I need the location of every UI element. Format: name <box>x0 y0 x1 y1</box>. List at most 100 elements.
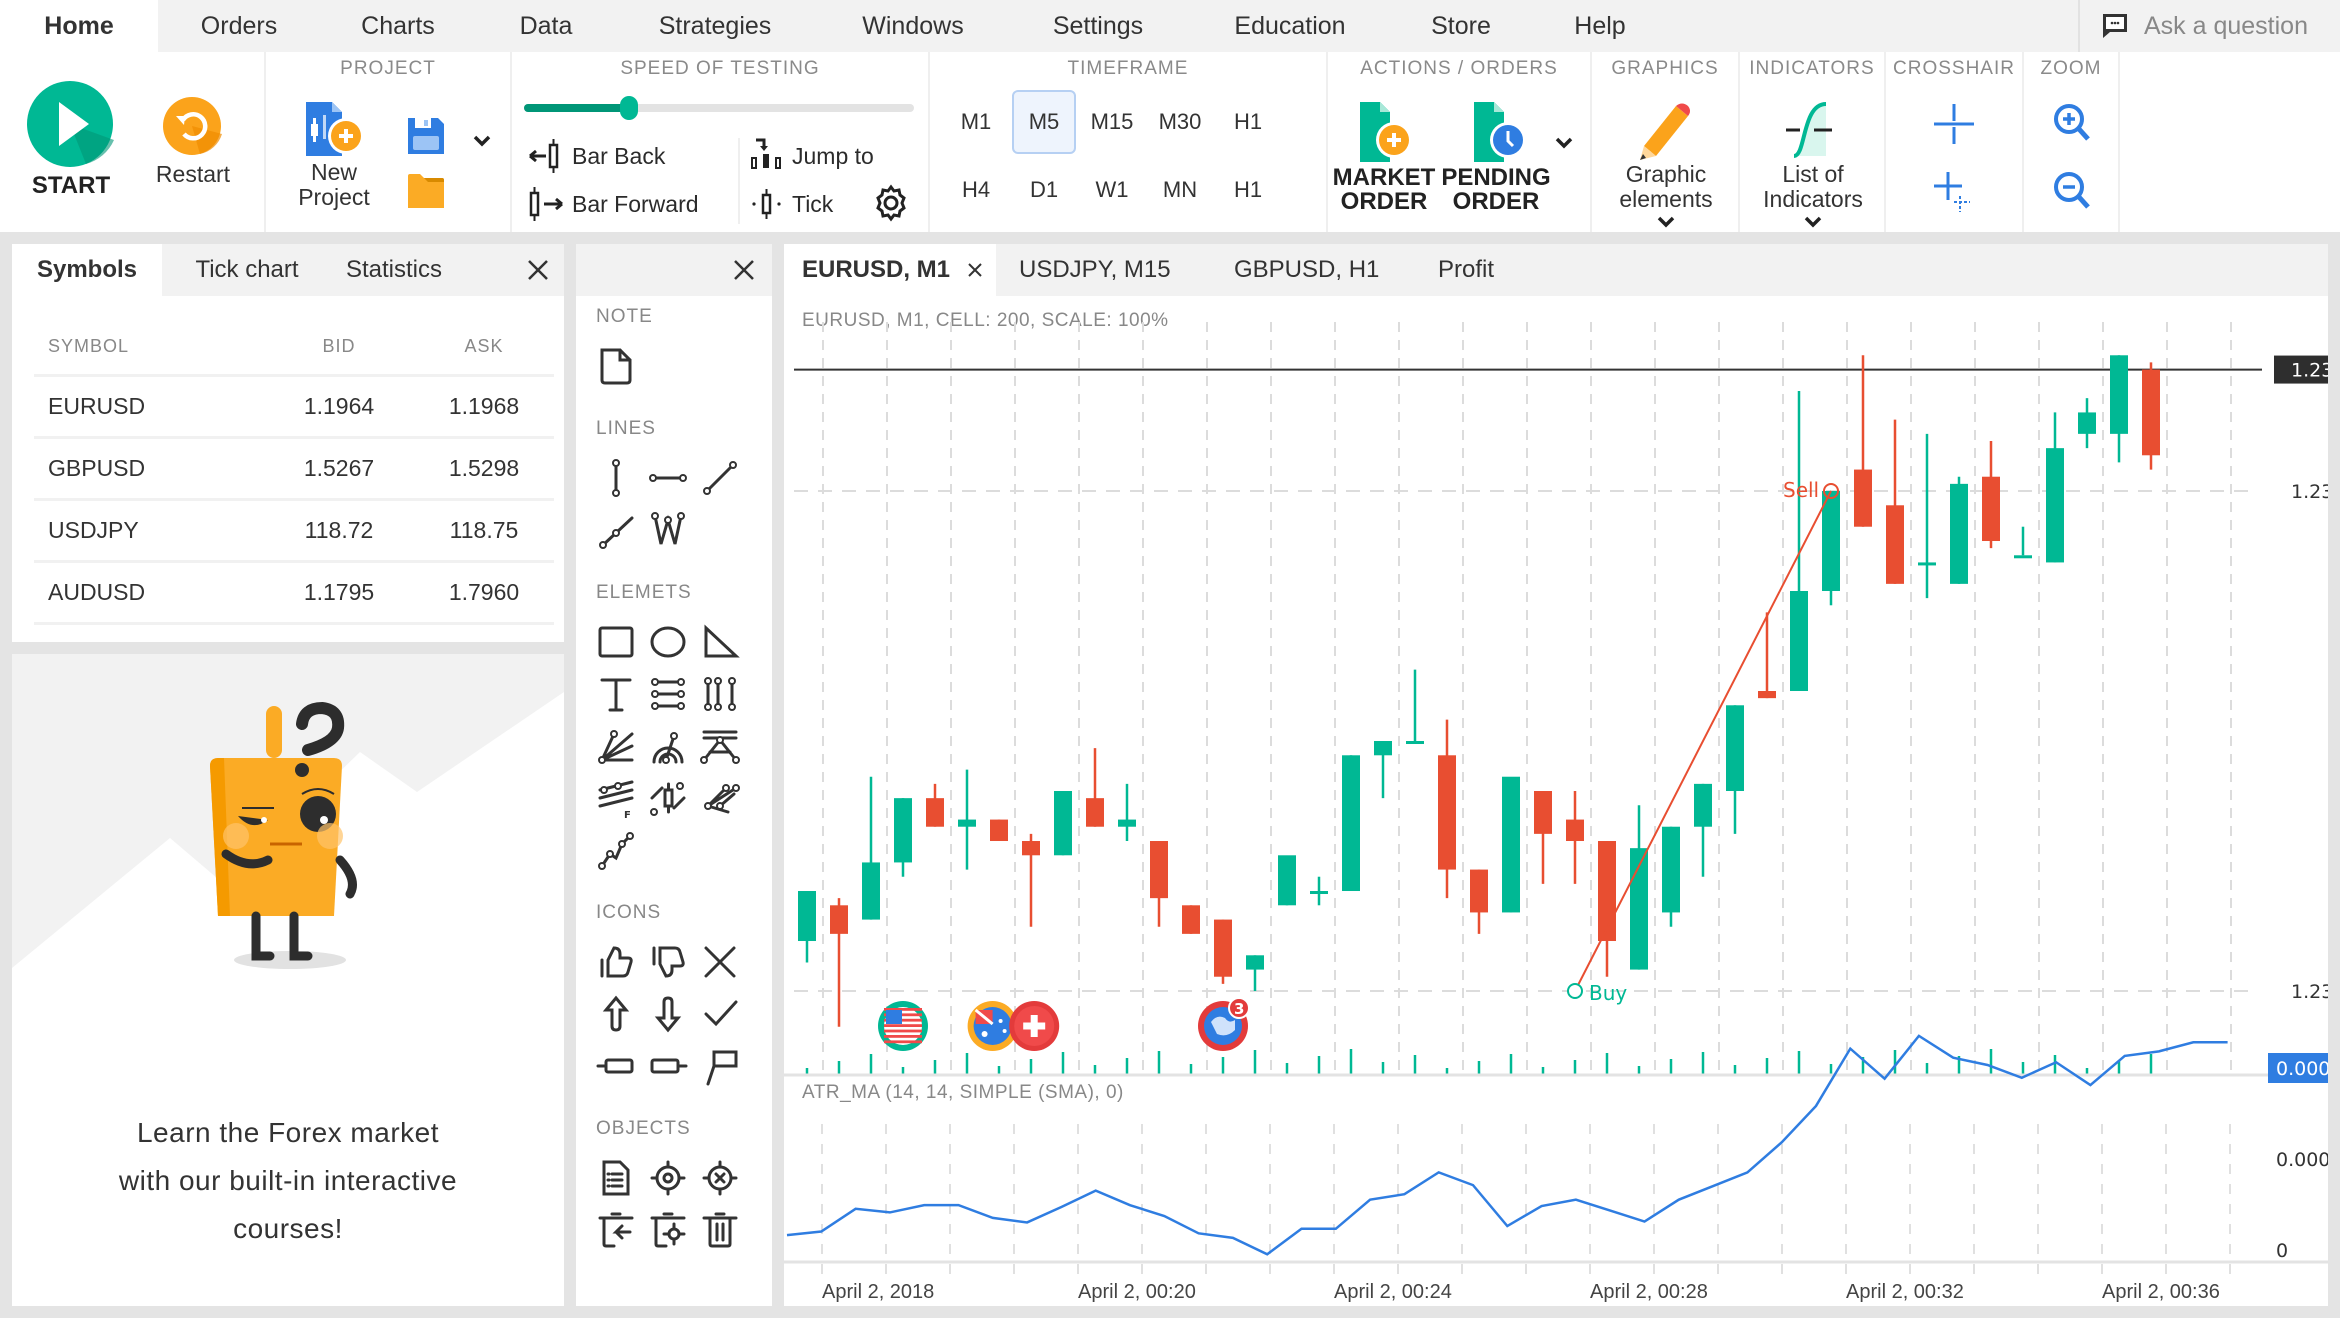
pending-order-button[interactable]: PENDING ORDER <box>1436 100 1556 230</box>
pitchfork-icon[interactable] <box>698 724 742 768</box>
timeframe-m15[interactable]: M15 <box>1080 90 1144 154</box>
triangle-icon[interactable] <box>698 620 742 664</box>
check-icon[interactable] <box>698 992 742 1036</box>
crosshair-measure-icon[interactable] <box>1932 170 1976 214</box>
tab-symbols[interactable]: Symbols <box>12 244 162 296</box>
us-flag-icon[interactable] <box>878 1001 928 1051</box>
timeframe-h1-2[interactable]: H1 <box>1216 158 1280 222</box>
timeframe-m30[interactable]: M30 <box>1148 90 1212 154</box>
pending-order-line1: PENDING <box>1441 164 1551 191</box>
vertical-line-icon[interactable] <box>594 456 638 500</box>
menu-windows[interactable]: Windows <box>840 0 986 52</box>
gear-icon[interactable] <box>872 184 910 222</box>
parallel-channel-icon[interactable] <box>646 672 690 716</box>
menu-home[interactable]: Home <box>0 0 158 52</box>
thumbs-down-icon[interactable] <box>646 940 690 984</box>
menu-data[interactable]: Data <box>500 0 592 52</box>
ray-line-icon[interactable] <box>594 508 638 552</box>
new-project-button[interactable]: New Project <box>294 100 374 225</box>
object-list-icon[interactable] <box>594 1156 638 1200</box>
folder-icon[interactable] <box>406 172 446 210</box>
tab-tick-chart[interactable]: Tick chart <box>170 244 324 296</box>
timeframe-h1[interactable]: H1 <box>1216 90 1280 154</box>
save-icon[interactable] <box>406 116 446 156</box>
symbol-row[interactable]: AUDUSD 1.1795 1.7960 <box>34 563 554 625</box>
menu-strategies[interactable]: Strategies <box>640 0 790 52</box>
candle-body <box>1406 741 1424 745</box>
timeframe-m5[interactable]: M5 <box>1012 90 1076 154</box>
horizontal-line-icon[interactable] <box>646 456 690 500</box>
arrow-up-icon[interactable] <box>594 992 638 1036</box>
price-chart[interactable]: 1.23252 1.23182 1.23269 Buy Sell 3 0.0002 0.000… <box>784 244 2328 1306</box>
ellipse-icon[interactable] <box>646 620 690 664</box>
symbol-row[interactable]: USDJPY 118.72 118.75 <box>34 501 554 563</box>
trash-target-icon[interactable] <box>646 1208 690 1252</box>
globe-icon[interactable]: 3 <box>1198 997 1250 1051</box>
zoom-in-icon[interactable] <box>2052 102 2092 144</box>
symbol-row[interactable]: GBPUSD 1.5267 1.5298 <box>34 439 554 501</box>
target-remove-icon[interactable] <box>698 1156 742 1200</box>
flag-icon[interactable] <box>698 1044 742 1088</box>
right-label-icon[interactable] <box>646 1044 690 1088</box>
bar-back-button[interactable]: Bar Back <box>528 138 665 174</box>
graphic-elements-button[interactable]: Graphic elements <box>1592 92 1740 232</box>
ask-question-button[interactable]: Ask a question <box>2078 0 2340 52</box>
bar-forward-button[interactable]: Bar Forward <box>528 186 699 222</box>
speed-slider[interactable] <box>524 96 914 120</box>
menu-settings[interactable]: Settings <box>1040 0 1156 52</box>
candle-body <box>1086 798 1104 827</box>
orders-chevron-down-icon[interactable] <box>1554 136 1574 150</box>
left-label-icon[interactable] <box>594 1044 638 1088</box>
timeframe-mn[interactable]: MN <box>1148 158 1212 222</box>
start-button[interactable]: START <box>26 80 116 200</box>
text-icon[interactable] <box>594 672 638 716</box>
fan-icon[interactable] <box>594 724 638 768</box>
wave-icon[interactable] <box>594 828 638 872</box>
trash-back-icon[interactable] <box>594 1208 638 1252</box>
education-promo-panel[interactable]: Learn the Forex market with our built-in… <box>12 654 564 1306</box>
close-icon[interactable] <box>728 254 760 286</box>
close-icon[interactable] <box>522 254 554 286</box>
trend-line-icon[interactable] <box>698 456 742 500</box>
vertical-channel-icon[interactable] <box>698 672 742 716</box>
column-header-ask[interactable]: ASK <box>414 336 554 357</box>
column-header-symbol[interactable]: SYMBOL <box>34 336 264 357</box>
cross-icon[interactable] <box>698 940 742 984</box>
trash-icon[interactable] <box>698 1208 742 1252</box>
fibonacci-channel-icon[interactable]: F <box>594 776 638 820</box>
market-order-button[interactable]: MARKET ORDER <box>1328 100 1440 230</box>
candle-body <box>1566 819 1584 842</box>
column-header-bid[interactable]: BID <box>264 336 414 357</box>
tick-button[interactable]: Tick <box>750 186 833 222</box>
jump-to-button[interactable]: Jump to <box>750 138 874 174</box>
switzerland-flag-icon[interactable] <box>1009 1001 1060 1051</box>
arrow-down-icon[interactable] <box>646 992 690 1036</box>
restart-button[interactable]: Restart <box>148 96 238 187</box>
menu-charts[interactable]: Charts <box>340 0 456 52</box>
timeframe-w1[interactable]: W1 <box>1080 158 1144 222</box>
menu-education[interactable]: Education <box>1218 0 1362 52</box>
chevron-down-icon[interactable] <box>472 134 492 148</box>
timeframe-d1[interactable]: D1 <box>1012 158 1076 222</box>
price-range-icon[interactable] <box>646 776 690 820</box>
thumbs-up-icon[interactable] <box>594 940 638 984</box>
menu-store[interactable]: Store <box>1420 0 1502 52</box>
rectangle-icon[interactable] <box>594 620 638 664</box>
tab-statistics[interactable]: Statistics <box>324 244 464 296</box>
menu-help[interactable]: Help <box>1562 0 1638 52</box>
zoom-out-icon[interactable] <box>2052 170 2092 212</box>
timeframe-h4[interactable]: H4 <box>944 158 1008 222</box>
timeframe-m1[interactable]: M1 <box>944 90 1008 154</box>
list-of-indicators-button[interactable]: List of Indicators <box>1740 92 1886 232</box>
pattern-icon[interactable] <box>698 776 742 820</box>
arc-icon[interactable] <box>646 724 690 768</box>
symbol-row[interactable]: EURUSD 1.1964 1.1968 <box>34 377 554 439</box>
menu-orders[interactable]: Orders <box>180 0 298 52</box>
speed-slider-handle[interactable] <box>620 96 639 120</box>
polyline-icon[interactable] <box>646 508 690 552</box>
crosshair-group: CROSSHAIR <box>1886 52 2024 232</box>
crosshair-icon[interactable] <box>1932 102 1976 146</box>
note-icon[interactable] <box>594 344 638 388</box>
candle-body <box>958 819 976 827</box>
target-icon[interactable] <box>646 1156 690 1200</box>
